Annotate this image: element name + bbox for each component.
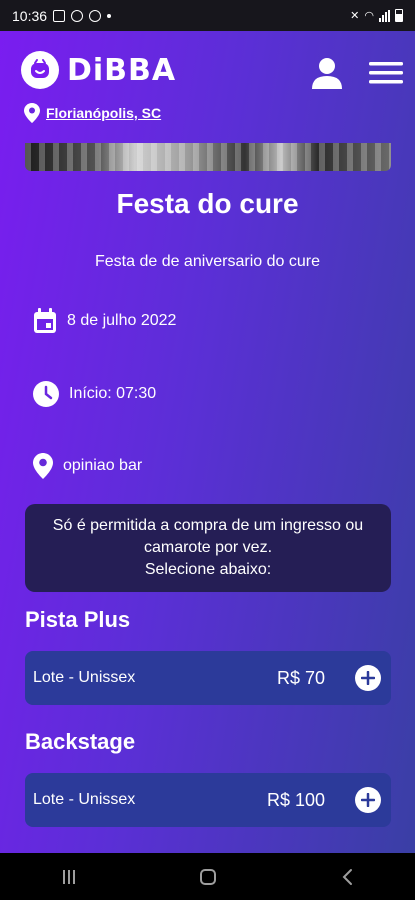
location-pin-icon: [24, 103, 40, 123]
ticket-price: R$ 70: [276, 667, 325, 688]
add-circle-icon[interactable]: [355, 665, 381, 691]
brand-logo[interactable]: DiBBA: [21, 51, 176, 89]
home-icon[interactable]: [199, 868, 216, 885]
signal-icon: [379, 9, 390, 22]
event-title: Festa do cure: [116, 188, 299, 219]
whatsapp-notification-icon: [71, 9, 84, 22]
mute-icon: ✕: [350, 10, 360, 22]
brand-name: DiBBA: [67, 52, 177, 88]
event-time-row: Início: 07:30: [33, 381, 156, 407]
add-circle-icon[interactable]: [355, 787, 381, 813]
logo-icon: [21, 51, 59, 89]
notice-line-2: camarote por vez.: [143, 539, 273, 556]
ticket-row-backstage[interactable]: Lote - Unissex R$ 100: [25, 773, 391, 827]
notice-line-3: Selecione abaixo:: [144, 561, 272, 578]
calendar-icon: [34, 308, 56, 333]
ticket-label: Lote - Unissex: [33, 791, 136, 808]
menu-icon[interactable]: [368, 59, 404, 87]
event-venue: opiniao bar: [63, 457, 143, 474]
ticket-label: Lote - Unissex: [33, 669, 136, 686]
event-banner-image: [25, 143, 391, 171]
ticket-row-pista-plus[interactable]: Lote - Unissex R$ 70: [25, 651, 391, 705]
event-description: Festa de de aniversario do cure: [94, 253, 320, 270]
location-pin-icon: [33, 453, 53, 479]
gallery-notification-icon: [53, 9, 66, 22]
location-selector[interactable]: Florianópolis, SC: [24, 103, 161, 123]
more-notifications-icon: [107, 13, 112, 18]
system-nav-bar: [0, 853, 415, 900]
event-venue-row: opiniao bar: [33, 453, 142, 479]
location-link[interactable]: Florianópolis, SC: [46, 105, 161, 121]
user-icon[interactable]: [309, 55, 345, 91]
section-title-pista-plus: Pista Plus: [25, 607, 131, 632]
recent-apps-icon[interactable]: [62, 869, 75, 884]
event-date: 8 de julho 2022: [67, 312, 177, 329]
section-title-backstage: Backstage: [25, 729, 136, 754]
event-start-time: Início: 07:30: [69, 385, 157, 402]
battery-icon: [395, 9, 403, 22]
ticket-price: R$ 100: [266, 789, 325, 810]
event-screen: DiBBA Florianópolis, SC Festa do cure Fe…: [0, 31, 415, 853]
purchase-notice: Só é permitida a compra de um ingresso o…: [25, 504, 391, 592]
event-date-row: 8 de julho 2022: [33, 308, 176, 334]
status-time: 10:36: [12, 7, 48, 24]
wifi-icon: ◠: [364, 10, 374, 22]
app-header: DiBBA Florianópolis, SC: [0, 31, 415, 141]
notice-line-1: Só é permitida a compra de um ingresso o…: [52, 517, 364, 534]
back-icon[interactable]: [341, 868, 353, 886]
clock-icon: [33, 381, 59, 407]
app-notification-icon: [89, 9, 102, 22]
status-bar: 10:36 ✕ ◠: [0, 0, 415, 31]
